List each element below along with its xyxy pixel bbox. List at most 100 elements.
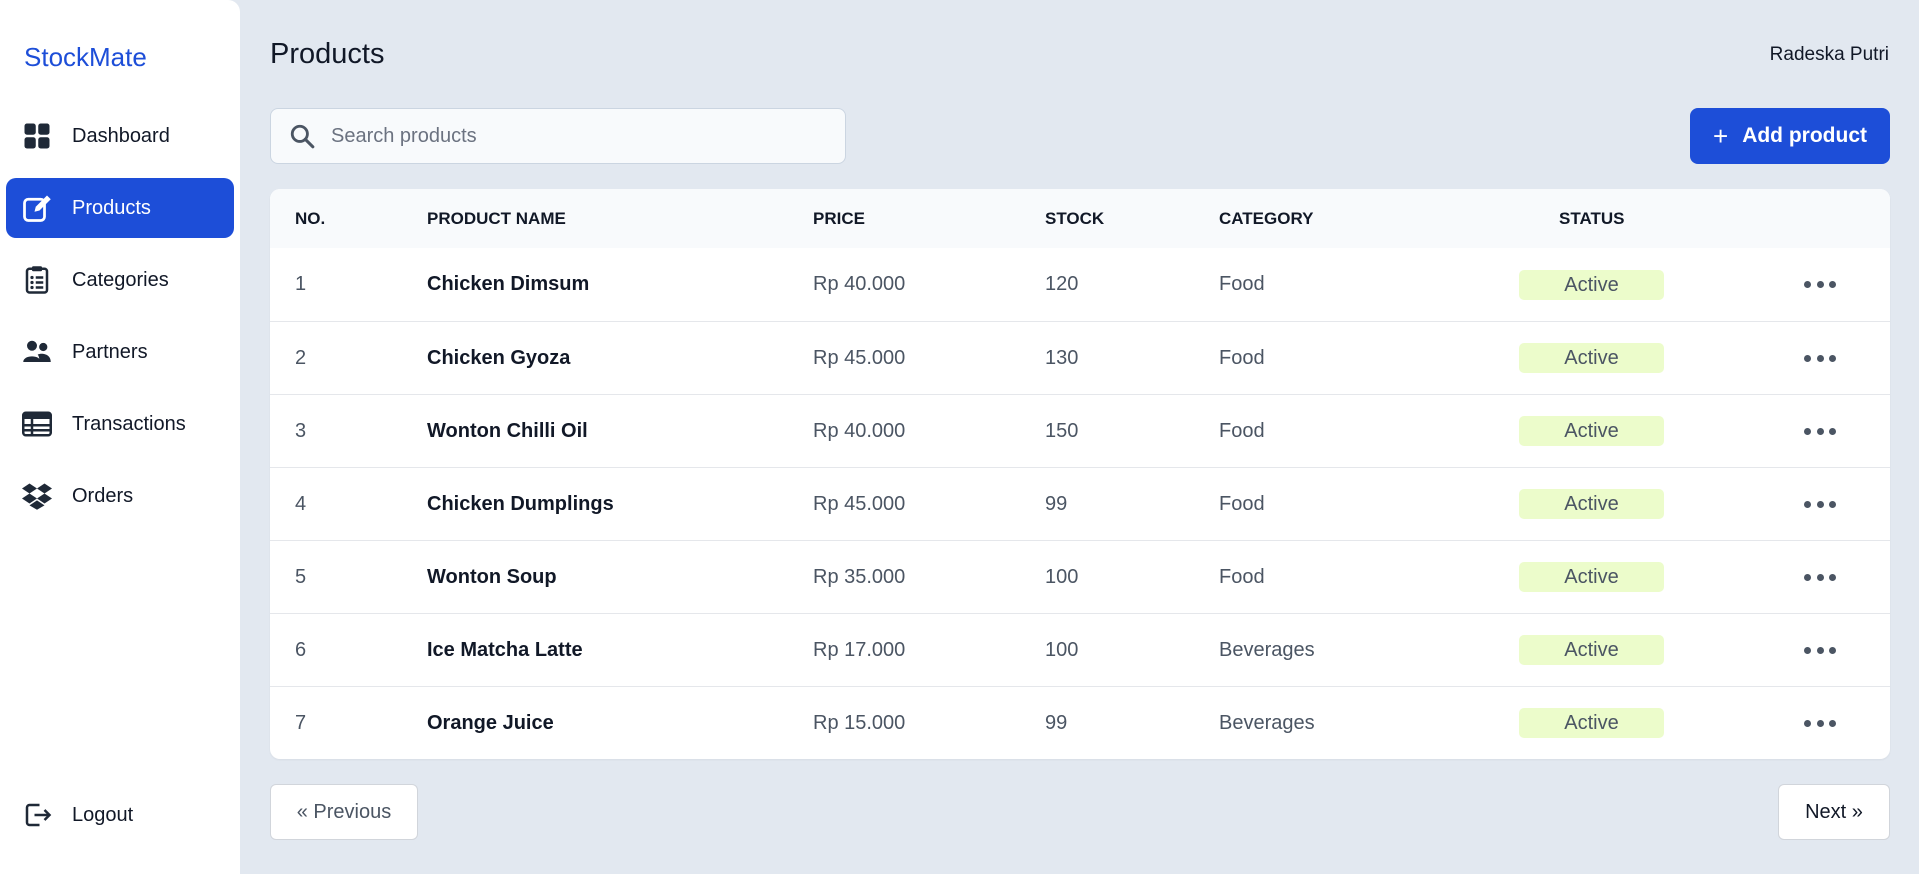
column-header-status: STATUS — [1559, 208, 1625, 228]
sidebar-item-dashboard[interactable]: Dashboard — [6, 106, 234, 166]
brand-logo[interactable]: StockMate — [24, 42, 147, 73]
status-badge: Active — [1519, 489, 1664, 519]
status-badge: Active — [1519, 562, 1664, 592]
search-bar — [270, 108, 846, 164]
product-price: Rp 40.000 — [813, 419, 906, 442]
row-actions-button[interactable] — [1804, 275, 1836, 295]
next-page-button[interactable]: Next » — [1778, 784, 1890, 840]
search-input[interactable] — [331, 124, 811, 148]
product-stock: 150 — [1045, 419, 1079, 442]
add-product-button[interactable]: + Add product — [1690, 108, 1890, 164]
row-number: 1 — [295, 273, 307, 295]
product-name: Wonton Soup — [427, 565, 557, 588]
product-stock: 100 — [1045, 638, 1079, 661]
table-row[interactable]: 4 Chicken Dumplings Rp 45.000 99 Food Active — [270, 467, 1890, 540]
status-badge: Active — [1519, 708, 1664, 738]
product-category: Food — [1219, 346, 1265, 369]
status-badge-wrap: Active — [1519, 269, 1664, 300]
row-number: 2 — [295, 346, 307, 369]
column-header-stock: STOCK — [1045, 208, 1105, 228]
product-category: Food — [1219, 492, 1265, 515]
product-price: Rp 15.000 — [813, 711, 906, 734]
sidebar-item-partners[interactable]: Partners — [6, 322, 234, 382]
status-badge: Active — [1519, 635, 1664, 665]
row-actions-button[interactable] — [1804, 494, 1836, 514]
sidebar-item-label: Transactions — [72, 412, 186, 435]
sidebar-nav: Dashboard Products Categories Partners T… — [6, 106, 234, 538]
table-row[interactable]: 6 Ice Matcha Latte Rp 17.000 100 Beverages Ac… — [270, 613, 1890, 686]
row-actions-button[interactable] — [1804, 567, 1836, 587]
product-category: Food — [1219, 565, 1265, 588]
product-stock: 99 — [1045, 492, 1068, 515]
row-number: 3 — [295, 419, 307, 442]
product-category: Food — [1219, 273, 1265, 295]
row-number: 6 — [295, 638, 307, 661]
status-badge-wrap: Active — [1519, 343, 1664, 373]
product-category: Beverages — [1219, 638, 1315, 661]
table-icon — [22, 409, 52, 439]
logout-label: Logout — [72, 803, 134, 826]
sidebar-item-products[interactable]: Products — [6, 178, 234, 238]
table-row[interactable]: 2 Chicken Gyoza Rp 45.000 130 Food Active — [270, 321, 1890, 394]
row-actions-button[interactable] — [1804, 640, 1836, 660]
edit-icon — [22, 193, 52, 223]
product-name: Ice Matcha Latte — [427, 638, 583, 661]
sidebar-item-label: Categories — [72, 268, 169, 291]
product-price: Rp 40.000 — [813, 273, 906, 295]
more-options-icon — [1804, 421, 1836, 441]
product-stock: 120 — [1045, 273, 1079, 295]
users-icon — [22, 337, 52, 367]
table-header: NO. PRODUCT NAME PRICE STOCK CATEGORY ST… — [270, 189, 1890, 248]
sidebar-item-orders[interactable]: Orders — [6, 466, 234, 526]
more-options-icon — [1804, 640, 1836, 660]
status-badge-wrap: Active — [1519, 416, 1664, 446]
product-name: Chicken Dimsum — [427, 273, 590, 295]
status-badge-wrap: Active — [1519, 708, 1664, 738]
table-row[interactable]: 5 Wonton Soup Rp 35.000 100 Food Active — [270, 540, 1890, 613]
table-row[interactable]: 1 Chicken Dimsum Rp 40.000 120 Food Active — [270, 248, 1890, 321]
product-name: Orange Juice — [427, 711, 554, 734]
product-category: Beverages — [1219, 711, 1315, 734]
sidebar-item-label: Products — [72, 196, 151, 219]
row-actions-button[interactable] — [1804, 348, 1836, 368]
logout-icon — [22, 800, 52, 830]
sidebar-item-transactions[interactable]: Transactions — [6, 394, 234, 454]
sidebar-item-label: Partners — [72, 340, 148, 363]
status-badge: Active — [1519, 269, 1664, 300]
status-badge-wrap: Active — [1519, 635, 1664, 665]
column-header-no: NO. — [295, 208, 326, 228]
more-options-icon — [1804, 494, 1836, 514]
row-number: 4 — [295, 492, 307, 515]
column-header-product-name: PRODUCT NAME — [427, 208, 566, 228]
product-category: Food — [1219, 419, 1265, 442]
table-row[interactable]: 7 Orange Juice Rp 15.000 99 Beverages Active — [270, 686, 1890, 759]
table-body: 1 Chicken Dimsum Rp 40.000 120 Food Active 2 Ch… — [270, 248, 1890, 759]
status-badge-wrap: Active — [1519, 489, 1664, 519]
product-price: Rp 45.000 — [813, 346, 906, 369]
sidebar-item-categories[interactable]: Categories — [6, 250, 234, 310]
user-name[interactable]: Radeska Putri — [1770, 44, 1889, 66]
status-badge: Active — [1519, 416, 1664, 446]
row-actions-button[interactable] — [1804, 421, 1836, 441]
product-stock: 99 — [1045, 711, 1068, 734]
sidebar-item-label: Dashboard — [72, 124, 170, 147]
product-stock: 130 — [1045, 346, 1079, 369]
product-price: Rp 17.000 — [813, 638, 906, 661]
sidebar: StockMate Dashboard Products Categories … — [0, 0, 240, 874]
logout-button[interactable]: Logout — [22, 800, 133, 830]
column-header-price: PRICE — [813, 208, 865, 228]
page-title: Products — [270, 38, 385, 70]
clipboard-list-icon — [22, 265, 52, 295]
sidebar-item-label: Orders — [72, 484, 134, 507]
more-options-icon — [1804, 713, 1836, 733]
dropbox-icon — [22, 481, 52, 511]
product-name: Chicken Dumplings — [427, 492, 614, 515]
add-product-label: Add product — [1742, 124, 1867, 147]
row-number: 7 — [295, 711, 307, 734]
row-actions-button[interactable] — [1804, 713, 1836, 733]
previous-page-button[interactable]: « Previous — [270, 784, 418, 840]
table-row[interactable]: 3 Wonton Chilli Oil Rp 40.000 150 Food Active — [270, 394, 1890, 467]
product-name: Wonton Chilli Oil — [427, 419, 588, 442]
products-table: NO. PRODUCT NAME PRICE STOCK CATEGORY ST… — [270, 189, 1890, 759]
row-number: 5 — [295, 565, 307, 588]
